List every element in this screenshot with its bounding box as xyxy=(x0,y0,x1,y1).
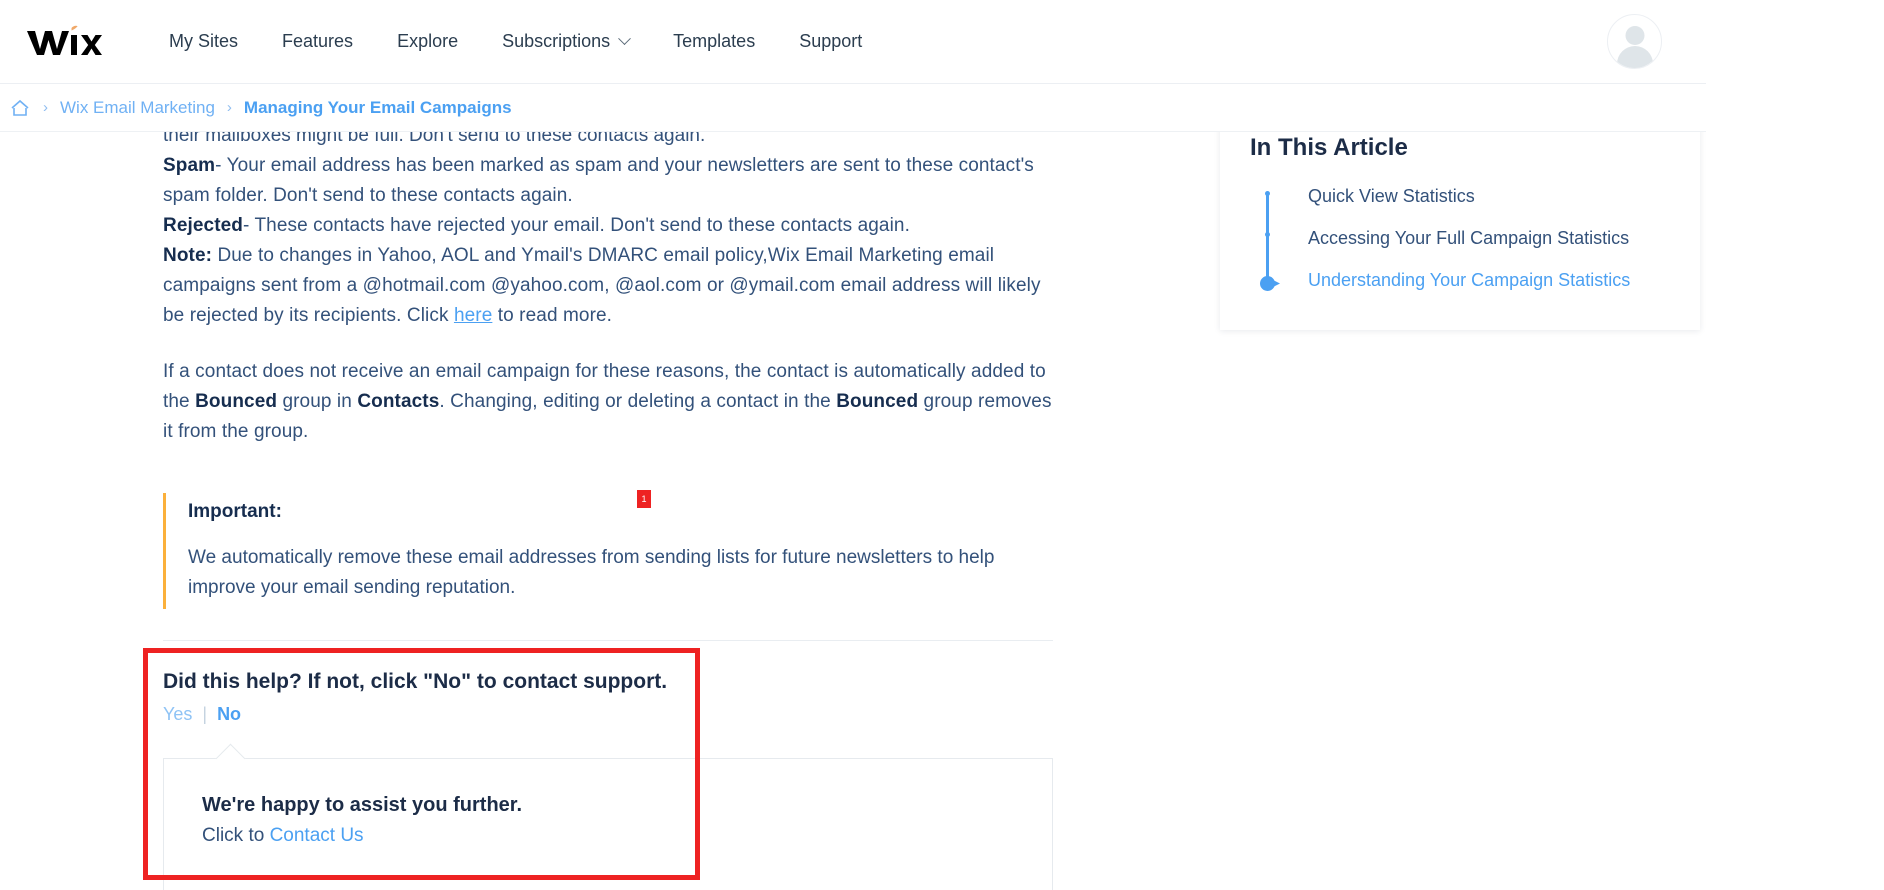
bounced-bold-2: Bounced xyxy=(836,391,919,412)
nav-item-my-sites[interactable]: My Sites xyxy=(147,21,260,62)
note-text-part2: to read more. xyxy=(492,305,613,326)
nav-label: Support xyxy=(799,31,863,51)
chevron-down-icon xyxy=(618,32,632,46)
article-content: their mailboxes might be full. Don't sen… xyxy=(163,125,1053,609)
bounced-bold-1: Bounced xyxy=(195,391,278,412)
note-definition: Note: Due to changes in Yahoo, AOL and Y… xyxy=(163,241,1053,331)
toc-dot-2 xyxy=(1265,232,1270,237)
rejected-definition: Rejected- These contacts have rejected y… xyxy=(163,211,1053,241)
main-nav: My Sites Features Explore Subscriptions … xyxy=(147,21,884,62)
toc-list: Quick View Statistics Accessing Your Ful… xyxy=(1250,180,1670,296)
here-link[interactable]: here xyxy=(454,305,492,326)
content-divider xyxy=(163,640,1053,641)
callout-body: We automatically remove these email addr… xyxy=(188,547,995,598)
breadcrumb-item-wix-email-marketing[interactable]: Wix Email Marketing xyxy=(60,98,215,118)
bounced-text-3: . Changing, editing or deleting a contac… xyxy=(439,391,837,412)
feedback-highlight-box xyxy=(143,648,700,880)
spam-definition: Spam- Your email address has been marked… xyxy=(163,151,1053,211)
nav-label: My Sites xyxy=(169,31,239,51)
page-root: My Sites Features Explore Subscriptions … xyxy=(0,0,1884,890)
spam-label: Spam xyxy=(163,155,216,176)
in-this-article-panel: In This Article Quick View Statistics Ac… xyxy=(1220,106,1700,330)
nav-item-support[interactable]: Support xyxy=(777,21,884,62)
home-glyph xyxy=(11,99,29,116)
toc-title: In This Article xyxy=(1250,134,1408,161)
nav-label: Features xyxy=(282,31,354,51)
home-icon[interactable] xyxy=(9,97,31,119)
breadcrumb: › Wix Email Marketing › Managing Your Em… xyxy=(0,84,1706,132)
rejected-label: Rejected xyxy=(163,215,244,236)
callout-title: Important: xyxy=(188,501,282,522)
wix-logo[interactable] xyxy=(25,22,105,62)
important-callout: Important: We automatically remove these… xyxy=(163,493,1033,609)
toc-progress-rail xyxy=(1266,192,1269,286)
page-right-gutter xyxy=(1706,0,1884,890)
bounced-text-2: group in xyxy=(277,391,358,412)
toc-item-quick-view-statistics[interactable]: Quick View Statistics xyxy=(1308,180,1670,212)
avatar[interactable] xyxy=(1607,14,1662,69)
avatar-body xyxy=(1616,46,1653,68)
nav-label: Templates xyxy=(673,31,756,51)
spam-text: - Your email address has been marked as … xyxy=(163,155,1034,206)
annotation-marker-badge: 1 xyxy=(637,490,651,508)
nav-item-features[interactable]: Features xyxy=(260,21,375,62)
note-label: Note: xyxy=(163,245,213,266)
nav-label: Subscriptions xyxy=(502,31,611,51)
toc-item-accessing-your-full-campaign-statistics[interactable]: Accessing Your Full Campaign Statistics xyxy=(1308,222,1670,254)
toc-progress-knob xyxy=(1260,276,1275,291)
toc-dot-1 xyxy=(1265,191,1270,196)
wix-logo-icon xyxy=(27,25,102,55)
avatar-head xyxy=(1625,26,1644,45)
contacts-bold: Contacts xyxy=(357,391,440,412)
breadcrumb-separator: › xyxy=(226,99,232,116)
nav-item-templates[interactable]: Templates xyxy=(651,21,777,62)
nav-label: Explore xyxy=(397,31,459,51)
breadcrumb-item-managing-your-email-campaigns[interactable]: Managing Your Email Campaigns xyxy=(244,98,512,118)
breadcrumb-separator: › xyxy=(43,99,48,116)
toc-item-understanding-your-campaign-statistics[interactable]: Understanding Your Campaign Statistics xyxy=(1308,264,1670,296)
bounced-paragraph: If a contact does not receive an email c… xyxy=(163,357,1053,447)
site-header: My Sites Features Explore Subscriptions … xyxy=(0,0,1706,84)
rejected-text: - These contacts have rejected your emai… xyxy=(243,215,910,236)
nav-item-explore[interactable]: Explore xyxy=(375,21,480,62)
nav-item-subscriptions[interactable]: Subscriptions xyxy=(480,21,651,62)
